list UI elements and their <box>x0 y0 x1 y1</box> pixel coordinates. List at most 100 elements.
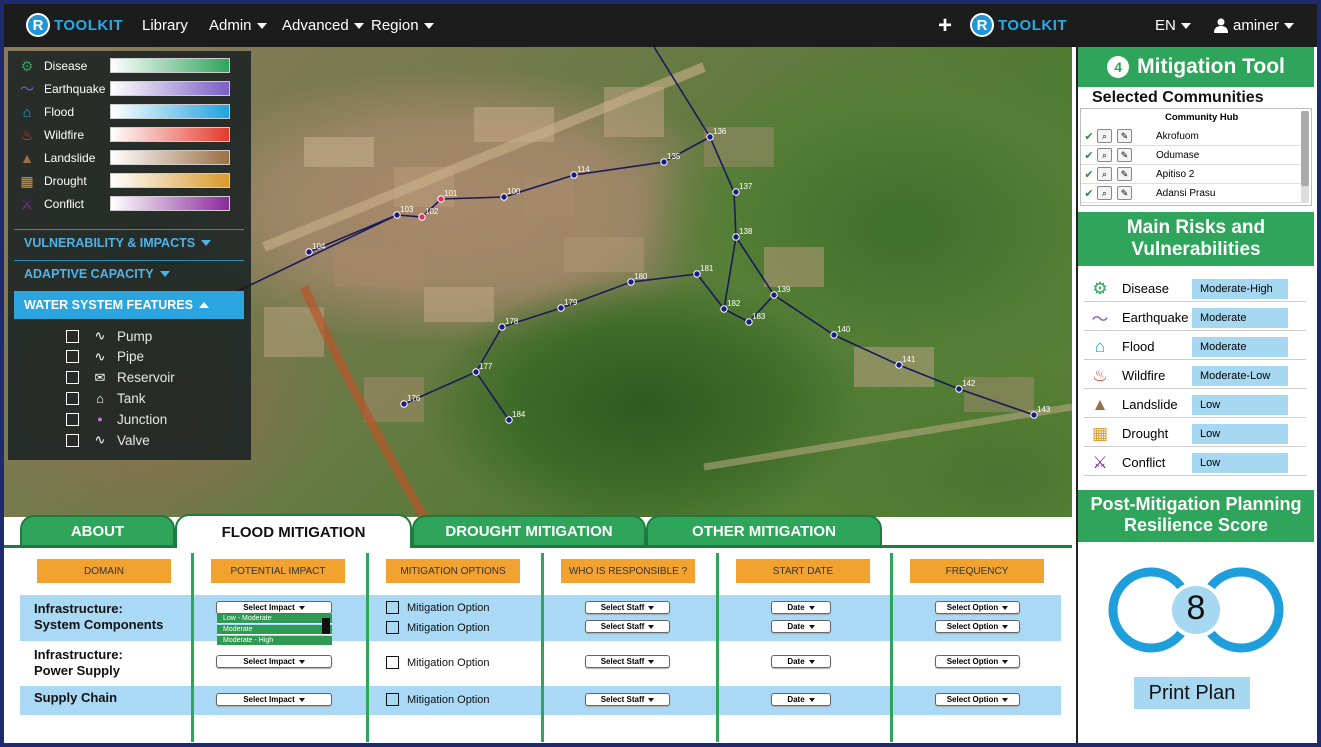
risk-level: Moderate-Low <box>1192 365 1288 386</box>
feature-toggle-junction[interactable]: ● Junction <box>66 410 167 428</box>
feature-toggle-valve[interactable]: ∿ Valve <box>66 431 150 449</box>
mitigation-option[interactable]: Mitigation Option <box>386 621 490 634</box>
junction-label: 103 <box>400 205 414 214</box>
feature-toggle-tank[interactable]: ⌂ Tank <box>66 389 146 407</box>
dropdown-scrollbar[interactable] <box>322 618 330 634</box>
hazard-legend-item[interactable]: 〜 Earthquake <box>16 80 236 98</box>
checkbox[interactable] <box>66 391 79 405</box>
community-name: Apitiso 2 <box>1156 168 1195 180</box>
feature-toggle-reservoir[interactable]: ✉ Reservoir <box>66 369 175 387</box>
mitigation-option[interactable]: Mitigation Option <box>386 601 490 614</box>
risk-row: ⌂ Flood Moderate <box>1084 334 1306 360</box>
risk-name: Wildfire <box>1122 368 1166 383</box>
edit-icon[interactable]: ✎ <box>1117 186 1132 200</box>
user-menu[interactable]: aminer <box>1214 17 1294 34</box>
frequency-select[interactable]: Select Option <box>935 620 1020 633</box>
zoom-icon[interactable]: ⌕ <box>1097 129 1112 143</box>
community-row[interactable]: ✔ ⌕ ✎ Adansi Prasu <box>1081 184 1301 203</box>
domain-cell: Infrastructure: Power Supply <box>34 647 123 679</box>
hazard-legend-item[interactable]: ▲ Landslide <box>16 149 236 167</box>
add-button[interactable]: + <box>938 12 952 40</box>
date-picker-label: Date <box>787 695 805 704</box>
junction-label: 181 <box>700 264 714 273</box>
hazard-legend-item[interactable]: ⌂ Flood <box>16 103 236 121</box>
impact-select[interactable]: Select Impact <box>216 693 332 706</box>
water-system-features-section[interactable]: WATER SYSTEM FEATURES <box>14 291 244 319</box>
tab-about[interactable]: ABOUT <box>20 515 175 548</box>
risk-name: Earthquake <box>1122 310 1189 325</box>
feature-toggle-pipe[interactable]: ∿ Pipe <box>66 348 144 366</box>
hazard-legend-item[interactable]: ⚔ Conflict <box>16 195 236 213</box>
adaptive-label: ADAPTIVE CAPACITY <box>24 266 154 281</box>
chevron-down-icon <box>423 22 434 29</box>
checkbox[interactable] <box>66 433 79 447</box>
frequency-select[interactable]: Select Option <box>935 601 1020 614</box>
impact-option[interactable]: Moderate - High <box>217 636 332 646</box>
impact-select[interactable]: Select Impact <box>216 601 332 614</box>
language-selector[interactable]: EN <box>1155 17 1191 34</box>
risk-level: Low <box>1192 452 1288 473</box>
frequency-select[interactable]: Select Option <box>935 655 1020 668</box>
date-picker[interactable]: Date <box>771 693 831 706</box>
staff-select[interactable]: Select Staff <box>585 601 670 614</box>
feature-toggle-pump[interactable]: ∿ Pump <box>66 327 152 345</box>
impact-option-label: Moderate <box>223 626 253 633</box>
checkbox[interactable] <box>66 371 79 385</box>
edit-icon[interactable]: ✎ <box>1117 129 1132 143</box>
hazard-label: Flood <box>44 105 75 119</box>
tab-drought-mitigation[interactable]: DROUGHT MITIGATION <box>412 515 646 548</box>
risk-level: Low <box>1192 394 1288 415</box>
tab-flood-mitigation[interactable]: FLOOD MITIGATION <box>175 514 412 548</box>
community-row[interactable]: ✔ ⌕ ✎ Apitiso 2 <box>1081 165 1301 184</box>
community-row[interactable]: ✔ ⌕ ✎ Akrofuom <box>1081 127 1301 146</box>
community-row[interactable]: ✔ ⌕ ✎ Odumase <box>1081 146 1301 165</box>
checkbox[interactable] <box>66 350 79 364</box>
nav-advanced[interactable]: Advanced <box>282 17 364 34</box>
mitigation-option[interactable]: Mitigation Option <box>386 656 490 669</box>
date-picker[interactable]: Date <box>771 620 831 633</box>
edit-icon[interactable]: ✎ <box>1117 167 1132 181</box>
selected-communities-title: Selected Communities <box>1092 89 1264 106</box>
zoom-icon[interactable]: ⌕ <box>1097 148 1112 162</box>
scrollbar[interactable] <box>1301 111 1309 203</box>
brand-logo[interactable]: R TOOLKIT <box>26 12 123 38</box>
staff-select[interactable]: Select Staff <box>585 693 670 706</box>
vulnerability-impacts-section[interactable]: VULNERABILITY & IMPACTS <box>14 229 244 255</box>
nav-admin[interactable]: Admin <box>209 17 267 34</box>
hazard-legend-item[interactable]: ⚙ Disease <box>16 57 236 75</box>
impact-select[interactable]: Select Impact <box>216 655 332 668</box>
checkbox[interactable] <box>386 601 399 614</box>
hazard-legend-item[interactable]: ♨ Wildfire <box>16 126 236 144</box>
adaptive-capacity-section[interactable]: ADAPTIVE CAPACITY <box>14 260 244 286</box>
frequency-select[interactable]: Select Option <box>935 693 1020 706</box>
tab-other-mitigation[interactable]: OTHER MITIGATION <box>646 515 882 548</box>
staff-select[interactable]: Select Staff <box>585 620 670 633</box>
community-name: Adansi Prasu <box>1156 187 1216 199</box>
staff-select[interactable]: Select Staff <box>585 655 670 668</box>
domain-line1: Infrastructure: <box>34 647 123 662</box>
checkbox[interactable] <box>66 329 79 343</box>
drought-icon: ▦ <box>20 172 34 189</box>
valve-icon: ∿ <box>94 432 106 447</box>
checkbox[interactable] <box>386 693 399 706</box>
edit-icon[interactable]: ✎ <box>1117 148 1132 162</box>
checkbox[interactable] <box>386 656 399 669</box>
domain-cell: Infrastructure: System Components <box>34 601 163 633</box>
date-picker[interactable]: Date <box>771 655 831 668</box>
nav-library[interactable]: Library <box>142 17 188 34</box>
impact-option[interactable]: Moderate <box>217 625 332 635</box>
mitigation-option[interactable]: Mitigation Option <box>386 693 490 706</box>
nav-region[interactable]: Region <box>371 17 434 34</box>
landslide-icon: ▲ <box>1091 394 1109 414</box>
risk-name: Drought <box>1122 426 1169 441</box>
zoom-icon[interactable]: ⌕ <box>1097 167 1112 181</box>
checkbox[interactable] <box>386 621 399 634</box>
zoom-icon[interactable]: ⌕ <box>1097 186 1112 200</box>
date-picker[interactable]: Date <box>771 601 831 614</box>
hazard-legend-item[interactable]: ▦ Drought <box>16 172 236 190</box>
impact-option[interactable]: Low - Moderate <box>217 614 332 624</box>
vulnerability-label: VULNERABILITY & IMPACTS <box>24 235 196 250</box>
checkbox[interactable] <box>66 412 79 426</box>
junction-label: 135 <box>667 152 681 161</box>
print-plan-button[interactable]: Print Plan <box>1134 677 1250 709</box>
